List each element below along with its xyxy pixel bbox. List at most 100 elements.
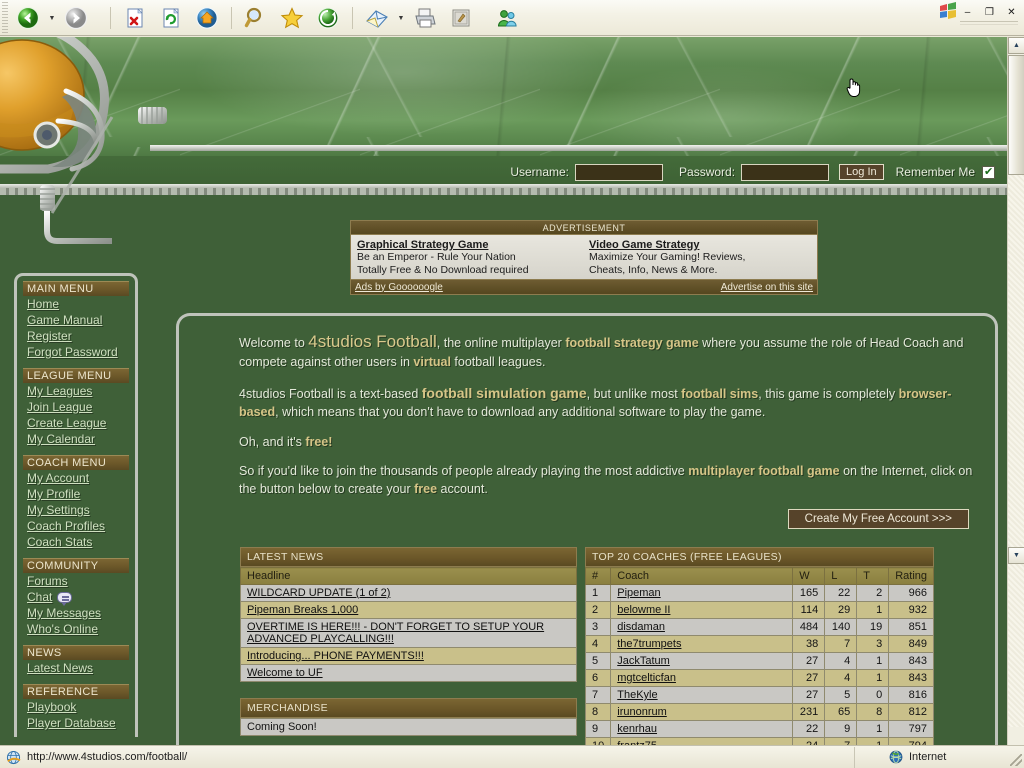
ad-item[interactable]: Graphical Strategy Game Be an Emperor - …	[357, 239, 579, 279]
table-row[interactable]: OVERTIME IS HERE!!! - DON'T FORGET TO SE…	[240, 618, 577, 648]
table-row[interactable]: 9 kenrhau 22 9 1 797	[584, 720, 934, 738]
create-free-account-button[interactable]: Create My Free Account >>>	[787, 508, 969, 529]
sidebar-item-playbook[interactable]: Playbook	[23, 699, 129, 715]
table-row[interactable]: 10 frantz75 24 7 1 794	[584, 737, 934, 745]
mail-button[interactable]	[359, 1, 395, 35]
edit-page-icon	[452, 9, 470, 27]
top-coaches-panel: TOP 20 COACHES (FREE LEAGUES) # Coach W …	[584, 547, 934, 745]
print-button[interactable]	[407, 1, 443, 35]
messenger-button[interactable]	[489, 1, 525, 35]
remember-me-checkbox[interactable]	[982, 165, 995, 179]
table-row[interactable]: 3 disdaman 484 140 19 851	[584, 618, 934, 636]
news-headline-link[interactable]: Pipeman Breaks 1,000	[247, 604, 358, 616]
back-button[interactable]	[10, 1, 46, 35]
table-row[interactable]: 1 Pipeman 165 22 2 966	[584, 584, 934, 602]
coach-link[interactable]: kenrhau	[617, 723, 657, 735]
coach-link[interactable]: belowme II	[617, 604, 670, 616]
welcome-highlight-simulation-game: football simulation game	[421, 384, 587, 401]
username-label: Username:	[510, 165, 570, 179]
table-row[interactable]: 4 the7trumpets 38 7 3 849	[584, 635, 934, 653]
sidebar-item-home[interactable]: Home	[23, 296, 129, 312]
cell-ties: 1	[856, 652, 890, 670]
column-coach: Coach	[610, 567, 794, 585]
merchandise-table: Coming Soon!	[240, 718, 577, 736]
table-row[interactable]: Introducing... PHONE PAYMENTS!!!	[240, 647, 577, 665]
sidebar-section-title: LEAGUE MENU	[23, 368, 129, 383]
sidebar-item-register[interactable]: Register	[23, 328, 129, 344]
sidebar-item-my-account[interactable]: My Account	[23, 470, 129, 486]
table-row[interactable]: WILDCARD UPDATE (1 of 2)	[240, 584, 577, 602]
sidebar-item-coach-profiles[interactable]: Coach Profiles	[23, 518, 129, 534]
coach-link[interactable]: disdaman	[617, 621, 665, 633]
vertical-scrollbar[interactable]: ▲ ▼	[1007, 37, 1024, 745]
resize-grip[interactable]	[1010, 754, 1022, 766]
coach-link[interactable]: Pipeman	[617, 587, 660, 599]
mail-dropdown-caret[interactable]: ▼	[395, 1, 407, 35]
advertise-link[interactable]: Advertise on this site	[721, 282, 813, 293]
password-input[interactable]	[741, 163, 830, 181]
table-row[interactable]: 6 mgtcelticfan 27 4 1 843	[584, 669, 934, 687]
ad-item[interactable]: Video Game Strategy Maximize Your Gaming…	[589, 239, 811, 279]
table-row[interactable]: 5 JackTatum 27 4 1 843	[584, 652, 934, 670]
sidebar-item-player-database[interactable]: Player Database	[23, 715, 129, 731]
sidebar-item-my-profile[interactable]: My Profile	[23, 486, 129, 502]
back-dropdown-caret[interactable]: ▼	[46, 1, 58, 35]
ad-headline[interactable]: Graphical Strategy Game	[357, 239, 579, 251]
news-headline-link[interactable]: Introducing... PHONE PAYMENTS!!!	[247, 650, 424, 662]
refresh-button[interactable]	[153, 1, 189, 35]
ads-by-google-link[interactable]: Ads by Goooooogle	[355, 282, 443, 293]
history-icon	[317, 7, 339, 29]
login-button[interactable]: Log In	[839, 164, 884, 180]
coach-link[interactable]: TheKyle	[617, 689, 657, 701]
table-row[interactable]: 7 TheKyle 27 5 0 816	[584, 686, 934, 704]
table-row[interactable]: 8 irunonrum 231 65 8 812	[584, 703, 934, 721]
sidebar-item-join-league[interactable]: Join League	[23, 399, 129, 415]
sidebar-item-my-settings[interactable]: My Settings	[23, 502, 129, 518]
sidebar-item-forums[interactable]: Forums	[23, 573, 129, 589]
welcome-paragraph-4: So if you'd like to join the thousands o…	[239, 463, 973, 499]
scrollbar-track[interactable]	[1008, 175, 1024, 727]
coach-link[interactable]: irunonrum	[617, 706, 667, 718]
history-button[interactable]	[310, 1, 346, 35]
ad-headline[interactable]: Video Game Strategy	[589, 239, 811, 251]
sidebar-item-forgot-password[interactable]: Forgot Password	[23, 344, 129, 360]
search-button[interactable]	[238, 1, 274, 35]
sidebar-item-chat[interactable]: Chat	[23, 589, 129, 606]
coach-link[interactable]: the7trumpets	[617, 638, 681, 650]
sidebar-item-my-messages[interactable]: My Messages	[23, 605, 129, 621]
maximize-button[interactable]: ❐	[981, 5, 998, 20]
close-button[interactable]: ✕	[1003, 5, 1020, 20]
scroll-up-button[interactable]: ▲	[1008, 37, 1024, 54]
stop-button[interactable]	[117, 1, 153, 35]
table-row[interactable]: 2 belowme II 114 29 1 932	[584, 601, 934, 619]
news-headline-link[interactable]: Welcome to UF	[247, 667, 323, 679]
coach-link[interactable]: mgtcelticfan	[617, 672, 676, 684]
home-button[interactable]	[189, 1, 225, 35]
sidebar-item-my-leagues[interactable]: My Leagues	[23, 383, 129, 399]
sidebar-item-game-manual[interactable]: Game Manual	[23, 312, 129, 328]
browser-window: ▼ ▼ – ❐ ✕ Username: Password: Log In Rem…	[0, 0, 1024, 768]
sidebar-item-my-calendar[interactable]: My Calendar	[23, 431, 129, 447]
cell-rank: 1	[584, 584, 612, 602]
sidebar-item-whos-online[interactable]: Who's Online	[23, 621, 129, 637]
news-headline-link[interactable]: OVERTIME IS HERE!!! - DON'T FORGET TO SE…	[247, 621, 544, 645]
edit-button[interactable]	[443, 1, 479, 35]
people-icon	[497, 10, 517, 27]
sidebar-item-latest-news[interactable]: Latest News	[23, 660, 129, 676]
favorites-button[interactable]	[274, 1, 310, 35]
scroll-down-button[interactable]: ▼	[1008, 547, 1024, 564]
coach-link[interactable]: JackTatum	[617, 655, 670, 667]
scrollbar-thumb[interactable]	[1008, 55, 1024, 175]
sidebar-item-chat-label[interactable]: Chat	[27, 590, 52, 604]
minimize-button[interactable]: –	[959, 5, 976, 20]
forward-button[interactable]	[58, 1, 94, 35]
username-input[interactable]	[575, 163, 664, 181]
table-row[interactable]: Pipeman Breaks 1,000	[240, 601, 577, 619]
table-row[interactable]: Welcome to UF	[240, 664, 577, 682]
welcome-highlight-strategy-game: football strategy game	[565, 336, 699, 350]
cell-rank: 2	[584, 601, 612, 619]
news-headline-link[interactable]: WILDCARD UPDATE (1 of 2)	[247, 587, 390, 599]
sidebar-item-create-league[interactable]: Create League	[23, 415, 129, 431]
sidebar-item-coach-stats[interactable]: Coach Stats	[23, 534, 129, 550]
cell-losses: 4	[824, 669, 858, 687]
